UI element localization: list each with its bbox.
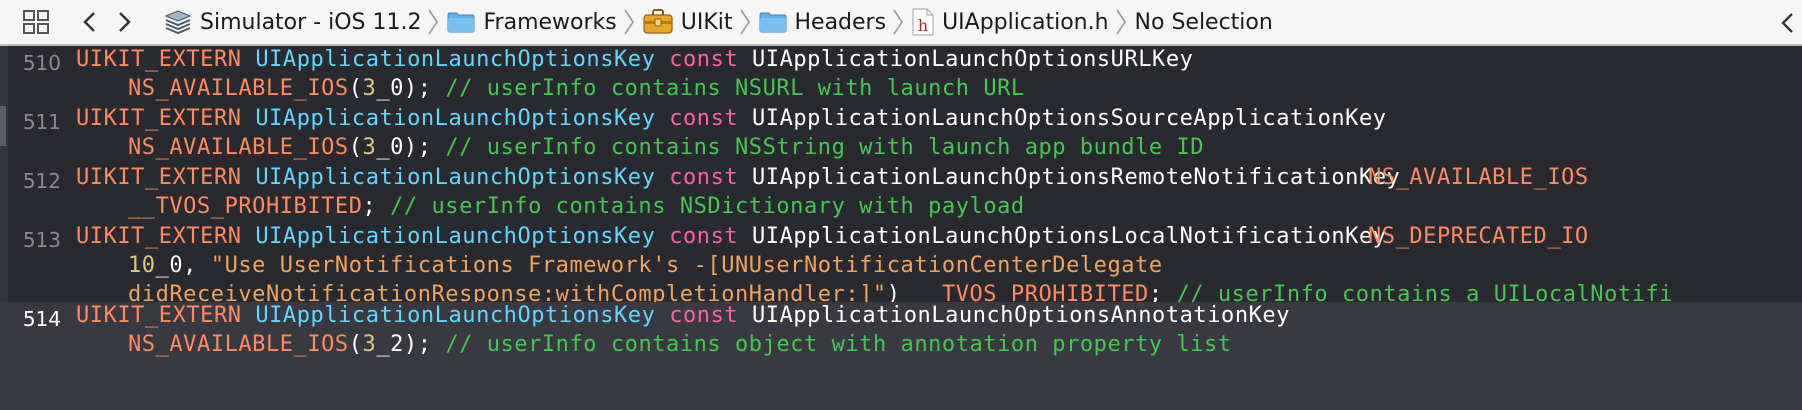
breadcrumb-label: Simulator - iOS 11.2 [200, 9, 422, 35]
token-identifier: UIApplicationLaunchOptionsAnnotationKey [751, 303, 1290, 328]
breadcrumb: Simulator - iOS 11.2 Frameworks UIKit He… [164, 0, 1273, 44]
line-number: 513 [22, 228, 61, 252]
breadcrumb-item-headers[interactable]: Headers [759, 0, 887, 44]
token-punct: _0); [376, 76, 432, 101]
breadcrumb-item-frameworks[interactable]: Frameworks [447, 0, 617, 44]
code-text: UIKIT_EXTERN UIApplicationLaunchOptionsK… [76, 106, 1387, 131]
token-punct: ; [362, 194, 377, 219]
chevron-right-icon [1115, 0, 1129, 44]
code-line-512[interactable]: 512 UIKIT_EXTERN UIApplicationLaunchOpti… [0, 164, 1802, 223]
code-text: UIKIT_EXTERN UIApplicationLaunchOptionsK… [76, 165, 1400, 190]
token-punct: _0, [155, 253, 197, 278]
code-text: UIKIT_EXTERN UIApplicationLaunchOptionsK… [76, 47, 1193, 72]
token-macro: UIKIT_EXTERN [76, 303, 242, 328]
token-identifier: UIApplicationLaunchOptionsURLKey [751, 47, 1194, 72]
token-macro: UIKIT_EXTERN [76, 106, 242, 131]
token-comment: // userInfo contains NSDictionary with p… [390, 194, 1025, 219]
token-type: UIApplicationLaunchOptionsKey [255, 47, 656, 72]
chevron-right-icon [623, 0, 637, 44]
breadcrumb-label: Headers [794, 9, 887, 35]
token-punct: ( [348, 76, 363, 101]
token-keyword: const [669, 224, 739, 249]
folder-icon [447, 11, 475, 33]
line-number: 514 [22, 307, 61, 331]
token-macro: NS_AVAILABLE_IOS [128, 76, 349, 101]
header-file-icon: h [912, 8, 934, 36]
token-type: UIApplicationLaunchOptionsKey [255, 165, 656, 190]
token-keyword: const [669, 47, 739, 72]
line-number: 511 [22, 110, 61, 134]
breadcrumb-label: UIApplication.h [942, 9, 1109, 35]
token-punct: _0); [376, 135, 432, 160]
token-keyword: const [669, 165, 739, 190]
code-text: UIKIT_EXTERN UIApplicationLaunchOptionsK… [76, 224, 1387, 249]
issue-back-chevron-icon[interactable] [1772, 0, 1802, 44]
jump-bar: Simulator - iOS 11.2 Frameworks UIKit He… [0, 0, 1802, 46]
token-keyword: const [669, 303, 739, 328]
code-line-514-current[interactable]: 514 UIKIT_EXTERN UIApplicationLaunchOpti… [0, 302, 1802, 410]
token-type: UIApplicationLaunchOptionsKey [255, 303, 656, 328]
token-string: "Use UserNotifications Framework's -[UNU… [210, 253, 1163, 278]
token-number: 3 [362, 76, 377, 101]
line-number: 512 [22, 169, 61, 193]
sdk-icon [164, 9, 192, 35]
breadcrumb-label: No Selection [1134, 9, 1273, 35]
breadcrumb-label: Frameworks [483, 9, 617, 35]
token-punct: ( [348, 135, 363, 160]
token-comment: // userInfo contains NSString with launc… [445, 135, 1205, 160]
svg-text:h: h [918, 16, 928, 35]
token-macro-trailing: NS_DEPRECATED_IO [1368, 224, 1589, 249]
related-items-grid-icon[interactable] [20, 0, 52, 44]
token-punct: ( [348, 332, 363, 357]
code-line-511[interactable]: 511 UIKIT_EXTERN UIApplicationLaunchOpti… [0, 105, 1802, 164]
token-comment: // userInfo contains object with annotat… [445, 332, 1232, 357]
code-text: NS_AVAILABLE_IOS(3_0); // userInfo conta… [128, 76, 1025, 101]
token-keyword: const [669, 106, 739, 131]
token-punct: _2); [376, 332, 432, 357]
source-editor[interactable]: 510 UIKIT_EXTERN UIApplicationLaunchOpti… [0, 46, 1802, 410]
forward-chevron-icon[interactable] [112, 0, 138, 44]
breadcrumb-label: UIKit [680, 9, 733, 35]
code-text: 10_0, "Use UserNotifications Framework's… [128, 253, 1163, 278]
token-macro: UIKIT_EXTERN [76, 47, 242, 72]
breadcrumb-item-file[interactable]: h UIApplication.h [912, 0, 1109, 44]
code-text: NS_AVAILABLE_IOS(3_2); // userInfo conta… [128, 332, 1232, 357]
token-macro: NS_AVAILABLE_IOS [128, 332, 349, 357]
line-number: 510 [22, 51, 61, 75]
chevron-right-icon [427, 0, 441, 44]
token-macro: UIKIT_EXTERN [76, 165, 242, 190]
token-number: 3 [362, 332, 377, 357]
breadcrumb-item-selection[interactable]: No Selection [1134, 0, 1273, 44]
code-text: __TVOS_PROHIBITED; // userInfo contains … [128, 194, 1025, 219]
token-identifier: UIApplicationLaunchOptionsRemoteNotifica… [751, 165, 1401, 190]
token-macro: NS_AVAILABLE_IOS [128, 135, 349, 160]
token-macro: UIKIT_EXTERN [76, 224, 242, 249]
token-identifier: UIApplicationLaunchOptionsSourceApplicat… [751, 106, 1387, 131]
code-line-510[interactable]: 510 UIKIT_EXTERN UIApplicationLaunchOpti… [0, 46, 1802, 105]
token-type: UIApplicationLaunchOptionsKey [255, 224, 656, 249]
token-macro-trailing: NS_AVAILABLE_IOS [1368, 165, 1589, 190]
breadcrumb-item-uikit[interactable]: UIKit [643, 0, 733, 44]
token-number: 10 [128, 253, 156, 278]
code-text: NS_AVAILABLE_IOS(3_0); // userInfo conta… [128, 135, 1204, 160]
code-line-513[interactable]: 513 UIKIT_EXTERN UIApplicationLaunchOpti… [0, 223, 1802, 312]
chevron-right-icon [892, 0, 906, 44]
folder-icon [759, 11, 787, 33]
chevron-right-icon [739, 0, 753, 44]
token-identifier: UIApplicationLaunchOptionsLocalNotificat… [751, 224, 1387, 249]
code-text: UIKIT_EXTERN UIApplicationLaunchOptionsK… [76, 303, 1290, 328]
token-number: 3 [362, 135, 377, 160]
breadcrumb-item-sdk[interactable]: Simulator - iOS 11.2 [164, 0, 422, 44]
token-macro: __TVOS_PROHIBITED [128, 194, 363, 219]
token-comment: // userInfo contains NSURL with launch U… [445, 76, 1025, 101]
framework-toolbox-icon [643, 9, 673, 35]
token-type: UIApplicationLaunchOptionsKey [255, 106, 656, 131]
back-chevron-icon[interactable] [76, 0, 102, 44]
